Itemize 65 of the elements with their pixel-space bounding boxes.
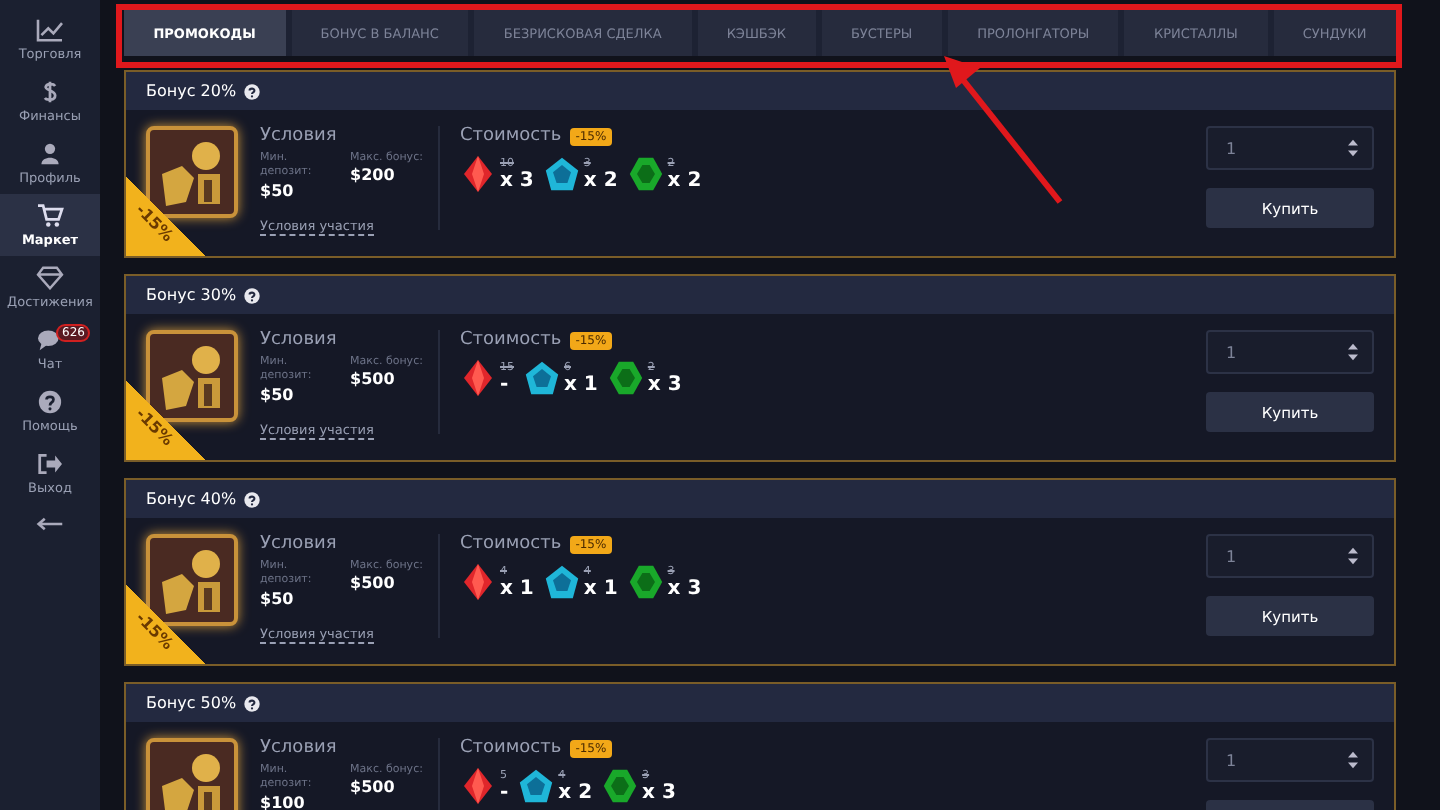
chart-icon [36,17,64,41]
max-bonus-value: $500 [350,370,397,389]
gem-count: x 1 [500,577,534,599]
cost-title: Стоимость [460,738,562,758]
conditions-title: Условия [260,330,339,350]
diamond-icon [36,265,64,289]
spinner-icon[interactable] [1348,138,1358,158]
chat-icon [36,327,64,351]
emerald-icon [607,358,644,398]
spinner-icon[interactable] [1348,750,1358,770]
emerald-icon [627,562,664,602]
bonus-prize-drawing [146,738,238,810]
gem-count: x 2 [667,169,702,191]
max-bonus-value: $500 [350,778,397,797]
conditions-title: Условия [260,126,339,146]
sapphire-icon [543,154,580,194]
gem-count: - [500,373,511,395]
help-icon[interactable] [244,695,261,711]
quantity-field[interactable]: 1 [1206,738,1374,782]
help-icon [36,389,64,413]
min-deposit-value: $50 [260,385,296,404]
conditions-title: Условия [260,534,339,554]
min-deposit-value: $50 [260,181,296,200]
gem-count: x 3 [667,577,702,599]
cart-icon [36,203,64,227]
spinner-icon[interactable] [1348,342,1358,362]
min-deposit-value: $100 [260,793,307,810]
cost-title: Стоимость [460,330,562,350]
min-deposit-value: $50 [260,589,296,608]
card-title: Бонус 20% [146,82,237,100]
cost-title: Стоимость [460,534,562,554]
gem-count: x 1 [564,373,598,395]
collapse-arrow-icon[interactable] [36,516,64,532]
sapphire-icon [543,562,580,602]
gem-count: x 3 [500,169,534,191]
max-bonus-value: $500 [350,574,397,593]
emerald-icon [627,154,664,194]
cost-title: Стоимость [460,126,562,146]
ruby-icon [460,154,496,194]
ruby-icon [460,766,496,806]
ruby-icon [460,562,496,602]
gem-count: x 1 [583,577,618,599]
quantity-field[interactable]: 1 [1206,126,1374,170]
emerald-icon [602,766,639,806]
exit-icon [36,451,64,475]
gem-count: - [500,781,509,803]
quantity-field[interactable]: 1 [1206,534,1374,578]
spinner-icon[interactable] [1348,546,1358,566]
card-title: Бонус 30% [146,286,237,304]
quantity-field[interactable]: 1 [1206,330,1374,374]
gem-count: x 2 [558,781,593,803]
help-icon[interactable] [244,83,261,99]
ruby-icon [460,358,496,398]
card-title: Бонус 50% [146,694,237,712]
gem-count: x 3 [647,373,682,395]
help-icon[interactable] [244,287,261,303]
help-icon[interactable] [244,491,261,507]
sapphire-icon [524,358,560,398]
sapphire-icon [518,766,555,806]
conditions-title: Условия [260,738,339,758]
gem-count: x 3 [642,781,676,803]
gem-count: x 2 [583,169,618,191]
max-bonus-value: $200 [350,166,397,185]
card-title: Бонус 40% [146,490,237,508]
user-icon [36,141,64,165]
